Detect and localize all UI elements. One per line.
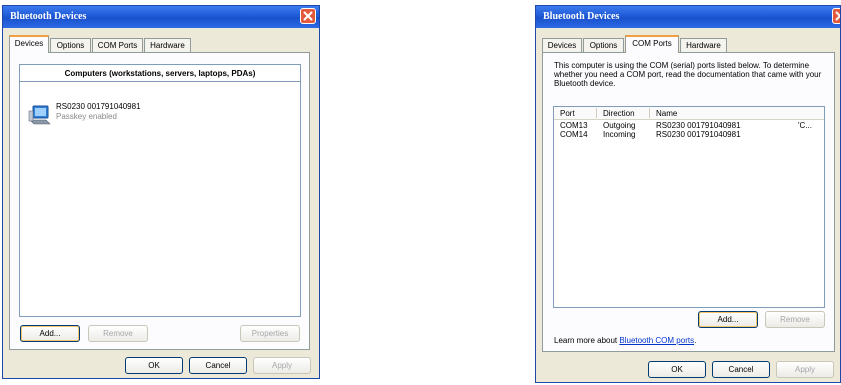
apply-button[interactable]: Apply: [776, 361, 834, 378]
column-port[interactable]: Port: [560, 109, 575, 118]
cell-direction: Incoming: [603, 130, 636, 139]
close-icon: [303, 11, 313, 21]
column-name[interactable]: Name: [656, 109, 677, 118]
cancel-button[interactable]: Cancel: [712, 361, 770, 378]
description-text: This computer is using the COM (serial) …: [554, 61, 822, 88]
cancel-button[interactable]: Cancel: [189, 357, 247, 374]
com-ports-list[interactable]: Port Direction Name COM13 Outgoing RS023…: [553, 106, 825, 308]
cell-direction: Outgoing: [603, 121, 636, 130]
tab-devices[interactable]: Devices: [542, 38, 582, 52]
bluetooth-com-ports-link[interactable]: Bluetooth COM ports: [619, 336, 694, 345]
cell-extra: 'C...: [798, 121, 812, 130]
add-button[interactable]: Add...: [20, 325, 80, 342]
device-list[interactable]: Computers (workstations, servers, laptop…: [19, 64, 301, 317]
remove-button[interactable]: Remove: [88, 325, 148, 342]
window-title: Bluetooth Devices: [10, 11, 87, 22]
apply-button[interactable]: Apply: [253, 357, 311, 374]
title-bar[interactable]: Bluetooth Devices: [3, 6, 319, 28]
remove-button[interactable]: Remove: [765, 311, 825, 328]
properties-button[interactable]: Properties: [240, 325, 300, 342]
tab-hardware[interactable]: Hardware: [680, 38, 727, 52]
column-direction[interactable]: Direction: [603, 109, 635, 118]
window-title: Bluetooth Devices: [543, 11, 620, 22]
cell-port: COM13: [560, 121, 588, 130]
bluetooth-devices-window-left: Bluetooth Devices Devices Options COM Po…: [2, 5, 320, 379]
group-header: Computers (workstations, servers, laptop…: [20, 69, 300, 82]
computer-icon: [28, 105, 51, 125]
device-name: RS0230 001791040981: [56, 102, 141, 111]
learn-more-text: Learn more about Bluetooth COM ports.: [554, 336, 697, 345]
close-icon: [835, 11, 840, 21]
tab-hardware[interactable]: Hardware: [144, 38, 191, 52]
cell-name: RS0230 001791040981: [656, 130, 741, 139]
ok-button[interactable]: OK: [648, 361, 706, 378]
column-divider: [596, 108, 597, 118]
column-divider: [649, 108, 650, 118]
list-header: Port Direction Name: [554, 107, 824, 120]
com-ports-panel: This computer is using the COM (serial) …: [542, 52, 835, 352]
add-button[interactable]: Add...: [698, 311, 758, 328]
tab-com-ports[interactable]: COM Ports: [92, 38, 143, 52]
title-bar[interactable]: Bluetooth Devices: [536, 6, 840, 28]
table-row[interactable]: COM14 Incoming RS0230 001791040981: [554, 130, 824, 139]
tab-com-ports[interactable]: COM Ports: [625, 35, 679, 53]
table-row[interactable]: COM13 Outgoing RS0230 001791040981 'C...: [554, 121, 824, 130]
tab-devices[interactable]: Devices: [9, 35, 49, 53]
bluetooth-devices-window-right: Bluetooth Devices Devices Options COM Po…: [535, 5, 841, 383]
ok-button[interactable]: OK: [125, 357, 183, 374]
close-button[interactable]: [832, 8, 840, 24]
device-item[interactable]: RS0230 001791040981 Passkey enabled: [28, 101, 228, 131]
close-button[interactable]: [300, 8, 316, 24]
devices-panel: Computers (workstations, servers, laptop…: [9, 52, 310, 350]
tab-options[interactable]: Options: [583, 38, 624, 52]
tab-options[interactable]: Options: [50, 38, 91, 52]
cell-port: COM14: [560, 130, 588, 139]
cell-name: RS0230 001791040981: [656, 121, 741, 130]
device-status: Passkey enabled: [56, 112, 117, 121]
